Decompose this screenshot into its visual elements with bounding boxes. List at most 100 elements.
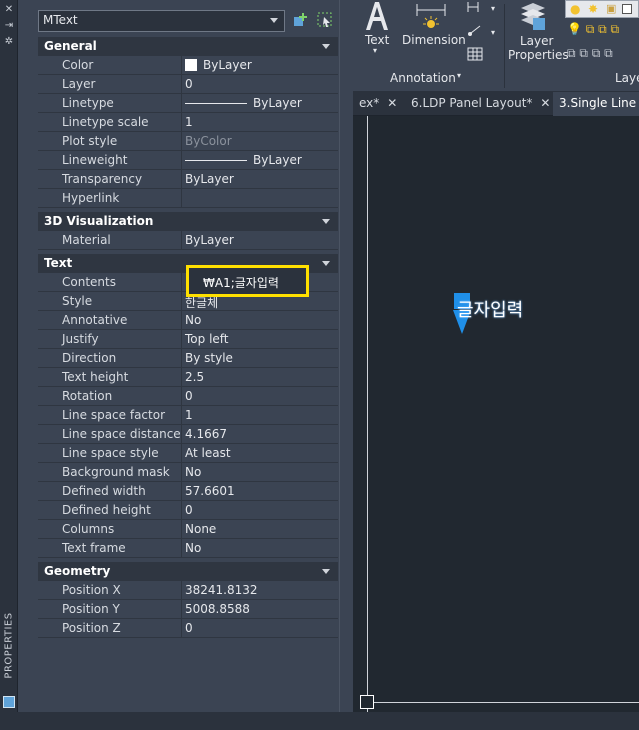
property-value[interactable]: ByLayer <box>182 170 338 188</box>
property-row[interactable]: Color ByLayer <box>38 56 338 75</box>
property-value[interactable]: 38241.8132 <box>182 581 338 599</box>
property-row[interactable]: Columns None <box>38 520 338 539</box>
chevron-down-icon[interactable]: ▾ <box>457 71 461 80</box>
property-value[interactable]: Top left <box>182 330 338 348</box>
dimension-tool-icon[interactable] <box>413 2 449 32</box>
property-row[interactable]: Defined height 0 <box>38 501 338 520</box>
collapse-chevron-icon[interactable] <box>322 261 330 266</box>
property-row[interactable]: Plot style ByColor <box>38 132 338 151</box>
doc-tab-0[interactable]: ex* ✕ <box>353 92 403 116</box>
property-value[interactable]: None <box>182 520 338 538</box>
property-value[interactable]: 0 <box>182 75 338 93</box>
row-gutter <box>38 75 56 93</box>
layer-state-dropdown[interactable]: ● ✸ ▣ <box>565 0 639 18</box>
property-value[interactable] <box>182 189 338 207</box>
line-sample-icon <box>185 160 247 161</box>
property-row[interactable]: Position Y 5008.8588 <box>38 600 338 619</box>
text-tool-icon[interactable] <box>363 0 391 32</box>
property-value[interactable]: ByLayer <box>182 231 338 249</box>
property-row[interactable]: Line space distance 4.1667 <box>38 425 338 444</box>
toggle-pickadd-icon[interactable] <box>292 11 310 29</box>
chevron-down-icon[interactable]: ▾ <box>491 28 495 37</box>
property-row[interactable]: Line space style At least <box>38 444 338 463</box>
layer-properties-icon[interactable] <box>517 0 549 32</box>
property-value[interactable]: 1 <box>182 113 338 131</box>
property-value[interactable]: 57.6601 <box>182 482 338 500</box>
property-row[interactable]: Justify Top left <box>38 330 338 349</box>
property-value[interactable]: At least <box>182 444 338 462</box>
property-row[interactable]: Hyperlink <box>38 189 338 208</box>
section-header[interactable]: General <box>38 37 338 56</box>
contents-editor-value: ₩A1;글자입력 <box>203 276 279 290</box>
property-value[interactable]: ByLayer <box>182 56 338 74</box>
close-icon[interactable]: ✕ <box>387 96 397 110</box>
property-value[interactable]: No <box>182 539 338 557</box>
contents-inline-editor[interactable]: ₩A1;글자입력 <box>186 265 309 297</box>
layer-tools-icon[interactable]: 💡 ⧉ ⧉ ⧉ <box>567 22 619 37</box>
row-gutter <box>38 151 56 169</box>
property-value[interactable]: By style <box>182 349 338 367</box>
property-value[interactable]: ByLayer <box>182 94 338 112</box>
property-value[interactable]: No <box>182 311 338 329</box>
chevron-down-icon[interactable]: ▾ <box>373 46 377 55</box>
property-row[interactable]: Layer 0 <box>38 75 338 94</box>
property-value[interactable]: 1 <box>182 406 338 424</box>
doc-tab-1[interactable]: 6.LDP Panel Layout* ✕ <box>405 92 556 116</box>
property-row[interactable]: Linetype scale 1 <box>38 113 338 132</box>
section-header[interactable]: Geometry <box>38 562 338 581</box>
text-button-label[interactable]: Text <box>365 33 389 47</box>
property-row[interactable]: Text height 2.5 <box>38 368 338 387</box>
collapse-chevron-icon[interactable] <box>322 219 330 224</box>
dimension-button-label[interactable]: Dimension <box>402 33 466 47</box>
layers-panel-label[interactable]: Laye <box>615 71 639 85</box>
close-icon[interactable]: ✕ <box>540 96 550 110</box>
property-value[interactable]: No <box>182 463 338 481</box>
select-objects-icon[interactable] <box>316 11 334 29</box>
property-value[interactable]: 4.1667 <box>182 425 338 443</box>
object-type-dropdown[interactable]: MText <box>38 10 285 32</box>
collapse-chevron-icon[interactable] <box>322 44 330 49</box>
property-row[interactable]: Background mask No <box>38 463 338 482</box>
property-row[interactable]: Direction By style <box>38 349 338 368</box>
collapse-chevron-icon[interactable] <box>322 569 330 574</box>
ucs-grip[interactable] <box>360 695 374 709</box>
property-row[interactable]: Material ByLayer <box>38 231 338 250</box>
section-header[interactable]: 3D Visualization <box>38 212 338 231</box>
property-value[interactable]: ByLayer <box>182 151 338 169</box>
property-row[interactable]: Transparency ByLayer <box>38 170 338 189</box>
layer-properties-label-2[interactable]: Properties <box>508 48 569 62</box>
settings-icon[interactable]: ✲ <box>3 36 15 48</box>
close-icon[interactable]: ✕ <box>3 4 15 16</box>
property-row[interactable]: Lineweight ByLayer <box>38 151 338 170</box>
property-value[interactable]: 0 <box>182 619 338 637</box>
property-row[interactable]: Annotative No <box>38 311 338 330</box>
property-row[interactable]: Rotation 0 <box>38 387 338 406</box>
property-value[interactable]: 2.5 <box>182 368 338 386</box>
layer-tools-icon[interactable]: ⧉ ⧉ ⧉ ⧉ <box>567 46 613 61</box>
property-name: Color <box>56 56 182 74</box>
palette-scrollbar[interactable] <box>339 0 353 712</box>
property-value-text: None <box>185 522 217 536</box>
annotation-panel-label[interactable]: Annotation <box>390 71 456 85</box>
leader-tools-icon[interactable] <box>465 0 485 66</box>
property-name: Line space style <box>56 444 182 462</box>
property-row[interactable]: Defined width 57.6601 <box>38 482 338 501</box>
mtext-object[interactable]: 글자입력 <box>457 296 523 322</box>
auto-hide-icon[interactable]: ⇥ <box>3 20 15 32</box>
property-value[interactable]: 0 <box>182 387 338 405</box>
drawing-canvas[interactable]: 글자입력 <box>353 116 639 712</box>
row-gutter <box>38 113 56 131</box>
property-row[interactable]: Position Z0 <box>38 619 338 638</box>
property-row[interactable]: Linetype ByLayer <box>38 94 338 113</box>
property-value[interactable]: 5008.8588 <box>182 600 338 618</box>
property-row[interactable]: Position X 38241.8132 <box>38 581 338 600</box>
property-value[interactable]: ByColor <box>182 132 338 150</box>
layer-properties-label-1[interactable]: Layer <box>520 34 553 48</box>
row-gutter <box>38 132 56 150</box>
doc-tab-2[interactable]: 3.Single Line D <box>553 92 639 116</box>
property-value[interactable]: 0 <box>182 501 338 519</box>
property-row[interactable]: Line space factor 1 <box>38 406 338 425</box>
properties-icon[interactable] <box>3 696 15 708</box>
chevron-down-icon[interactable]: ▾ <box>491 4 495 13</box>
property-row[interactable]: Text frame No <box>38 539 338 558</box>
